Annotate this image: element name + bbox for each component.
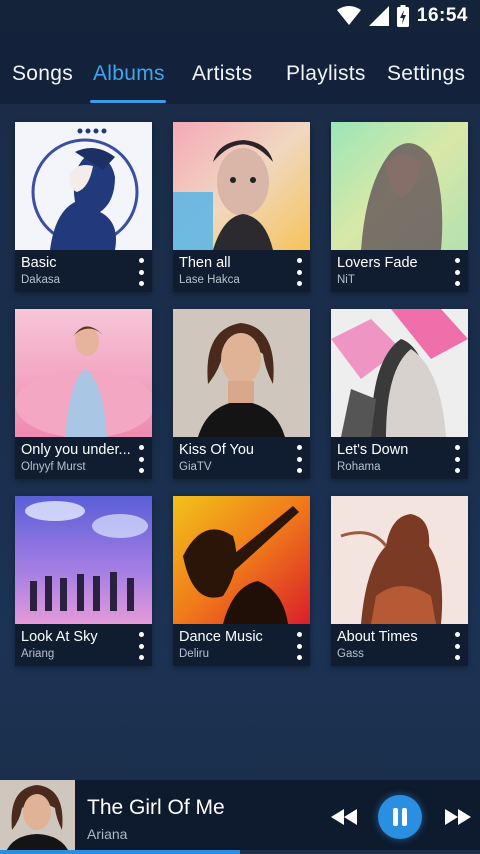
album-card[interactable]: Only you under... Olnyyf Murst — [15, 309, 152, 479]
status-time: 16:54 — [416, 5, 468, 26]
album-title: Basic — [21, 255, 57, 271]
album-title: Lovers Fade — [337, 255, 418, 271]
now-playing-cover[interactable] — [0, 780, 75, 854]
album-card[interactable]: Dance Music Deliru — [173, 496, 310, 666]
album-title: Only you under... — [21, 442, 131, 458]
album-artist: Ariang — [21, 648, 55, 660]
fast-forward-icon — [445, 809, 471, 825]
album-card[interactable]: Look At Sky Ariang — [15, 496, 152, 666]
album-card[interactable]: Let's Down Rohama — [331, 309, 468, 479]
tab-settings[interactable]: Settings — [387, 62, 465, 86]
tab-songs[interactable]: Songs — [12, 62, 73, 86]
album-card[interactable]: Lovers Fade NiT — [331, 122, 468, 292]
more-options-icon[interactable] — [294, 632, 304, 660]
album-cover — [15, 309, 152, 437]
album-title: Dance Music — [179, 629, 263, 645]
album-artist: NiT — [337, 274, 355, 286]
album-card[interactable]: Basic Dakasa — [15, 122, 152, 292]
album-info: Basic Dakasa — [15, 250, 152, 292]
tab-playlists[interactable]: Playlists — [286, 62, 366, 86]
album-artist: Lase Hakca — [179, 274, 240, 286]
more-options-icon[interactable] — [452, 258, 462, 286]
album-title: Look At Sky — [21, 629, 98, 645]
album-artist: Gass — [337, 648, 364, 660]
tab-albums[interactable]: Albums — [93, 62, 165, 86]
album-artist: Rohama — [337, 461, 381, 473]
album-artist: Dakasa — [21, 274, 60, 286]
album-card[interactable]: Then all Lase Hakca — [173, 122, 310, 292]
album-info: Look At Sky Ariang — [15, 624, 152, 666]
album-cover — [331, 122, 468, 250]
more-options-icon[interactable] — [294, 445, 304, 473]
album-info: Then all Lase Hakca — [173, 250, 310, 292]
album-info: Kiss Of You GiaTV — [173, 437, 310, 479]
tab-artists[interactable]: Artists — [192, 62, 252, 86]
album-artist: GiaTV — [179, 461, 212, 473]
more-options-icon[interactable] — [136, 632, 146, 660]
album-title: Then all — [179, 255, 231, 271]
album-title: Kiss Of You — [179, 442, 254, 458]
more-options-icon[interactable] — [294, 258, 304, 286]
tab-bar: Songs Albums Artists Playlists Settings — [0, 32, 480, 104]
play-pause-button[interactable] — [378, 795, 422, 839]
album-cover — [331, 309, 468, 437]
album-artist: Olnyyf Murst — [21, 461, 86, 473]
status-bar: 16:54 — [0, 0, 480, 32]
wifi-icon — [336, 6, 361, 25]
album-cover — [173, 122, 310, 250]
album-cover — [331, 496, 468, 624]
cellular-signal-icon — [368, 6, 389, 26]
more-options-icon[interactable] — [136, 445, 146, 473]
more-options-icon[interactable] — [452, 445, 462, 473]
album-artist: Deliru — [179, 648, 210, 660]
more-options-icon[interactable] — [136, 258, 146, 286]
album-info: About Times Gass — [331, 624, 468, 666]
now-playing-artist: Ariana — [87, 826, 128, 842]
album-info: Let's Down Rohama — [331, 437, 468, 479]
now-playing-bar[interactable]: The Girl Of Me Ariana — [0, 780, 480, 854]
album-title: Let's Down — [337, 442, 409, 458]
rewind-icon — [331, 809, 357, 825]
now-playing-title: The Girl Of Me — [87, 796, 225, 819]
active-tab-indicator — [90, 100, 166, 103]
previous-button[interactable] — [326, 806, 362, 828]
battery-charging-icon — [396, 5, 409, 27]
playback-progress-fill — [0, 850, 240, 854]
album-cover — [173, 496, 310, 624]
album-card[interactable]: Kiss Of You GiaTV — [173, 309, 310, 479]
album-info: Dance Music Deliru — [173, 624, 310, 666]
album-info: Only you under... Olnyyf Murst — [15, 437, 152, 479]
album-cover — [15, 496, 152, 624]
album-card[interactable]: About Times Gass — [331, 496, 468, 666]
pause-icon — [393, 808, 407, 826]
album-cover — [173, 309, 310, 437]
next-button[interactable] — [440, 806, 476, 828]
album-title: About Times — [337, 629, 418, 645]
more-options-icon[interactable] — [452, 632, 462, 660]
album-cover — [15, 122, 152, 250]
album-info: Lovers Fade NiT — [331, 250, 468, 292]
